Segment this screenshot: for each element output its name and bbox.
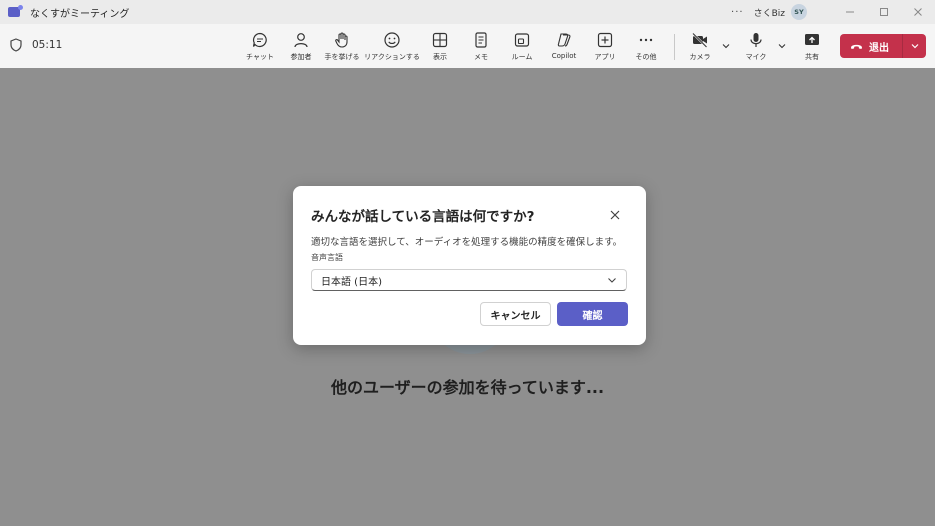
mic-options-chevron-icon[interactable] bbox=[777, 41, 787, 51]
mic-label: マイク bbox=[745, 53, 767, 61]
waiting-message: 他のユーザーの参加を待っています... bbox=[330, 378, 605, 397]
people-label: 参加者 bbox=[290, 53, 312, 61]
leave-options-button[interactable] bbox=[903, 34, 926, 58]
hand-icon bbox=[335, 32, 348, 48]
rooms-label: ルーム bbox=[511, 53, 533, 61]
language-dropdown[interactable]: 日本語 (日本) bbox=[311, 269, 627, 291]
apps-button[interactable]: アプリ bbox=[583, 29, 627, 65]
apps-label: アプリ bbox=[594, 53, 616, 61]
leave-label: 退出 bbox=[869, 42, 889, 54]
rooms-icon bbox=[514, 33, 530, 47]
cancel-button[interactable]: キャンセル bbox=[480, 302, 551, 326]
react-button[interactable]: リアクションする bbox=[362, 29, 422, 65]
share-icon bbox=[805, 34, 819, 45]
view-button[interactable]: 表示 bbox=[418, 29, 462, 65]
minimize-button[interactable] bbox=[833, 0, 867, 24]
view-label: 表示 bbox=[433, 53, 447, 61]
mic-button[interactable]: マイク bbox=[734, 29, 778, 65]
user-avatar[interactable]: SY bbox=[791, 4, 807, 20]
camera-off-icon bbox=[692, 32, 708, 48]
copilot-button[interactable]: Copilot bbox=[542, 29, 586, 65]
close-icon bbox=[914, 8, 922, 16]
copilot-icon bbox=[557, 33, 571, 47]
teams-logo-icon bbox=[8, 5, 23, 17]
maximize-icon bbox=[880, 8, 888, 16]
tenant-name[interactable]: さくBiz bbox=[754, 6, 785, 19]
dialog-description: 適切な言語を選択して、オーディオを処理する機能の精度を確保します。 bbox=[311, 237, 623, 248]
add-app-icon bbox=[597, 32, 613, 48]
confirm-button[interactable]: 確認 bbox=[557, 302, 628, 326]
camera-button[interactable]: カメラ bbox=[678, 29, 722, 65]
people-button[interactable]: 参加者 bbox=[279, 29, 323, 65]
chat-button[interactable]: チャット bbox=[238, 29, 282, 65]
language-dropdown-value: 日本語 (日本) bbox=[321, 276, 382, 288]
title-bar-right: ··· さくBiz SY bbox=[731, 0, 935, 24]
raise-hand-label: 手を挙げる bbox=[324, 53, 360, 61]
share-button[interactable]: 共有 bbox=[790, 29, 834, 65]
chevron-down-icon bbox=[911, 44, 918, 49]
more-icon bbox=[639, 38, 653, 42]
grid-view-icon bbox=[432, 32, 448, 48]
dialog-title: みんなが話している言語は何ですか? bbox=[311, 209, 535, 225]
notes-icon bbox=[475, 32, 487, 48]
toolbar-divider bbox=[674, 34, 675, 60]
notes-label: メモ bbox=[474, 53, 488, 61]
leave-main[interactable]: 退出 bbox=[840, 34, 902, 58]
rooms-button[interactable]: ルーム bbox=[500, 29, 544, 65]
shield-icon bbox=[10, 38, 22, 52]
mic-icon bbox=[750, 33, 762, 47]
language-field-label: 音声言語 bbox=[311, 253, 343, 262]
meeting-timer: 05:11 bbox=[32, 39, 63, 51]
people-icon bbox=[294, 33, 308, 48]
camera-options-chevron-icon[interactable] bbox=[721, 41, 731, 51]
more-options-icon[interactable]: ··· bbox=[731, 7, 744, 18]
meeting-toolbar: 05:11 チャット 参加者 手を挙げる リアクションする 表示 メモ ルーム … bbox=[0, 24, 935, 68]
phone-hangup-icon bbox=[851, 44, 862, 49]
more-button[interactable]: その他 bbox=[624, 29, 668, 65]
leave-button[interactable]: 退出 bbox=[840, 34, 926, 58]
chat-icon bbox=[252, 32, 267, 48]
close-icon[interactable] bbox=[609, 209, 621, 221]
minimize-icon bbox=[846, 11, 854, 13]
chevron-down-icon bbox=[608, 278, 616, 283]
raise-hand-button[interactable]: 手を挙げる bbox=[320, 29, 364, 65]
spoken-language-dialog: みんなが話している言語は何ですか? 適切な言語を選択して、オーディオを処理する機… bbox=[293, 186, 646, 345]
emoji-icon bbox=[384, 32, 400, 48]
close-window-button[interactable] bbox=[901, 0, 935, 24]
maximize-button[interactable] bbox=[867, 0, 901, 24]
title-bar: なくすがミーティング ··· さくBiz SY bbox=[0, 0, 935, 24]
react-label: リアクションする bbox=[364, 53, 420, 61]
share-label: 共有 bbox=[805, 53, 819, 61]
more-label: その他 bbox=[635, 53, 657, 61]
window-title: なくすがミーティング bbox=[30, 8, 130, 20]
camera-label: カメラ bbox=[689, 53, 711, 61]
notes-button[interactable]: メモ bbox=[459, 29, 503, 65]
chat-label: チャット bbox=[246, 53, 274, 61]
copilot-label: Copilot bbox=[551, 52, 577, 60]
